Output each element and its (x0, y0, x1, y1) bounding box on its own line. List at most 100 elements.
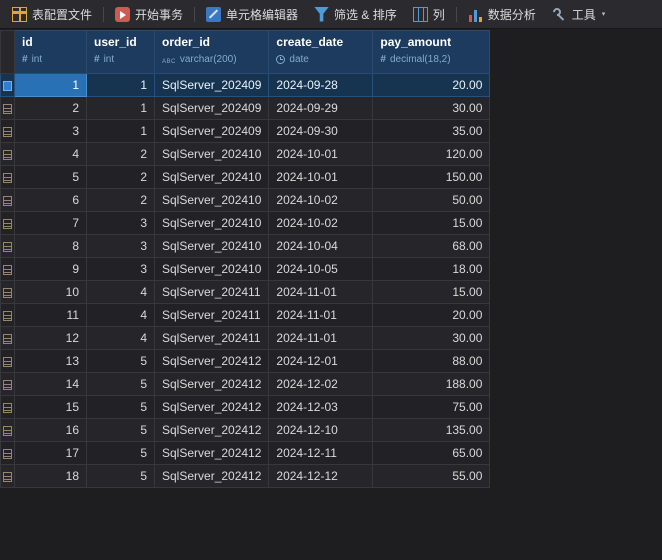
row-marker-cell[interactable] (1, 212, 15, 235)
cell-id[interactable]: 7 (15, 212, 87, 235)
cell-id[interactable]: 5 (15, 166, 87, 189)
cell-create_date[interactable]: 2024-12-02 (269, 373, 373, 396)
cell-id[interactable]: 6 (15, 189, 87, 212)
row-marker-cell[interactable] (1, 235, 15, 258)
row-marker-cell[interactable] (1, 97, 15, 120)
row-marker-cell[interactable] (1, 373, 15, 396)
row-marker-cell[interactable] (1, 327, 15, 350)
cell-create_date[interactable]: 2024-12-10 (269, 419, 373, 442)
table-row[interactable]: 165SqlServer_2024122024-12-10135.00 (1, 419, 490, 442)
cell-pay_amount[interactable]: 18.00 (373, 258, 490, 281)
cell-id[interactable]: 15 (15, 396, 87, 419)
cell-user_id[interactable]: 3 (87, 212, 155, 235)
toolbar-button-filter-sort[interactable]: 筛选 & 排序 (306, 3, 405, 26)
table-row[interactable]: 42SqlServer_2024102024-10-01120.00 (1, 143, 490, 166)
cell-create_date[interactable]: 2024-10-02 (269, 212, 373, 235)
cell-id[interactable]: 14 (15, 373, 87, 396)
cell-pay_amount[interactable]: 150.00 (373, 166, 490, 189)
toolbar-button-data-analysis[interactable]: 数据分析 (460, 3, 544, 26)
cell-id[interactable]: 4 (15, 143, 87, 166)
cell-create_date[interactable]: 2024-09-30 (269, 120, 373, 143)
row-marker-cell[interactable] (1, 189, 15, 212)
table-row[interactable]: 11SqlServer_2024092024-09-2820.00 (1, 74, 490, 97)
cell-user_id[interactable]: 4 (87, 304, 155, 327)
table-row[interactable]: 73SqlServer_2024102024-10-0215.00 (1, 212, 490, 235)
cell-user_id[interactable]: 4 (87, 281, 155, 304)
row-marker-cell[interactable] (1, 419, 15, 442)
table-row[interactable]: 175SqlServer_2024122024-12-1165.00 (1, 442, 490, 465)
column-header-order_id[interactable]: order_idabcvarchar(200) (155, 31, 269, 74)
column-header-id[interactable]: id#int (15, 31, 87, 74)
cell-order_id[interactable]: SqlServer_202412 (155, 442, 269, 465)
cell-user_id[interactable]: 3 (87, 258, 155, 281)
cell-user_id[interactable]: 2 (87, 166, 155, 189)
cell-create_date[interactable]: 2024-10-04 (269, 235, 373, 258)
cell-create_date[interactable]: 2024-12-01 (269, 350, 373, 373)
cell-user_id[interactable]: 1 (87, 97, 155, 120)
cell-pay_amount[interactable]: 15.00 (373, 212, 490, 235)
toolbar-button-table-config[interactable]: 表配置文件 (4, 3, 100, 26)
table-row[interactable]: 31SqlServer_2024092024-09-3035.00 (1, 120, 490, 143)
cell-create_date[interactable]: 2024-10-01 (269, 166, 373, 189)
table-row[interactable]: 185SqlServer_2024122024-12-1255.00 (1, 465, 490, 488)
cell-pay_amount[interactable]: 88.00 (373, 350, 490, 373)
toolbar-button-columns[interactable]: 列 (405, 3, 453, 26)
grid-corner-cell[interactable] (1, 31, 15, 74)
cell-order_id[interactable]: SqlServer_202411 (155, 327, 269, 350)
cell-id[interactable]: 3 (15, 120, 87, 143)
row-marker-cell[interactable] (1, 465, 15, 488)
cell-order_id[interactable]: SqlServer_202410 (155, 189, 269, 212)
cell-order_id[interactable]: SqlServer_202409 (155, 120, 269, 143)
column-header-create_date[interactable]: create_datedate (269, 31, 373, 74)
cell-create_date[interactable]: 2024-10-05 (269, 258, 373, 281)
cell-create_date[interactable]: 2024-10-02 (269, 189, 373, 212)
cell-pay_amount[interactable]: 35.00 (373, 120, 490, 143)
cell-pay_amount[interactable]: 68.00 (373, 235, 490, 258)
cell-user_id[interactable]: 5 (87, 465, 155, 488)
cell-user_id[interactable]: 5 (87, 419, 155, 442)
cell-create_date[interactable]: 2024-12-12 (269, 465, 373, 488)
cell-id[interactable]: 11 (15, 304, 87, 327)
cell-order_id[interactable]: SqlServer_202410 (155, 166, 269, 189)
cell-create_date[interactable]: 2024-09-28 (269, 74, 373, 97)
row-marker-cell[interactable] (1, 166, 15, 189)
cell-id[interactable]: 12 (15, 327, 87, 350)
cell-pay_amount[interactable]: 20.00 (373, 304, 490, 327)
cell-id[interactable]: 17 (15, 442, 87, 465)
cell-create_date[interactable]: 2024-10-01 (269, 143, 373, 166)
cell-id[interactable]: 8 (15, 235, 87, 258)
row-marker-cell[interactable] (1, 143, 15, 166)
row-marker-cell[interactable] (1, 396, 15, 419)
cell-id[interactable]: 10 (15, 281, 87, 304)
cell-order_id[interactable]: SqlServer_202410 (155, 258, 269, 281)
row-marker-cell[interactable] (1, 258, 15, 281)
cell-create_date[interactable]: 2024-11-01 (269, 281, 373, 304)
cell-pay_amount[interactable]: 50.00 (373, 189, 490, 212)
row-marker-cell[interactable] (1, 281, 15, 304)
cell-pay_amount[interactable]: 75.00 (373, 396, 490, 419)
cell-user_id[interactable]: 5 (87, 396, 155, 419)
cell-id[interactable]: 18 (15, 465, 87, 488)
table-row[interactable]: 155SqlServer_2024122024-12-0375.00 (1, 396, 490, 419)
column-header-pay_amount[interactable]: pay_amount#decimal(18,2) (373, 31, 490, 74)
cell-pay_amount[interactable]: 188.00 (373, 373, 490, 396)
table-row[interactable]: 21SqlServer_2024092024-09-2930.00 (1, 97, 490, 120)
column-header-user_id[interactable]: user_id#int (87, 31, 155, 74)
table-row[interactable]: 104SqlServer_2024112024-11-0115.00 (1, 281, 490, 304)
cell-pay_amount[interactable]: 30.00 (373, 97, 490, 120)
cell-pay_amount[interactable]: 135.00 (373, 419, 490, 442)
cell-user_id[interactable]: 1 (87, 74, 155, 97)
table-row[interactable]: 124SqlServer_2024112024-11-0130.00 (1, 327, 490, 350)
row-marker-cell[interactable] (1, 74, 15, 97)
toolbar-button-transaction[interactable]: 开始事务 (107, 3, 191, 26)
table-row[interactable]: 83SqlServer_2024102024-10-0468.00 (1, 235, 490, 258)
cell-create_date[interactable]: 2024-12-03 (269, 396, 373, 419)
cell-create_date[interactable]: 2024-09-29 (269, 97, 373, 120)
cell-user_id[interactable]: 5 (87, 442, 155, 465)
table-row[interactable]: 114SqlServer_2024112024-11-0120.00 (1, 304, 490, 327)
cell-pay_amount[interactable]: 55.00 (373, 465, 490, 488)
cell-user_id[interactable]: 1 (87, 120, 155, 143)
cell-order_id[interactable]: SqlServer_202410 (155, 143, 269, 166)
row-marker-cell[interactable] (1, 350, 15, 373)
cell-user_id[interactable]: 2 (87, 143, 155, 166)
